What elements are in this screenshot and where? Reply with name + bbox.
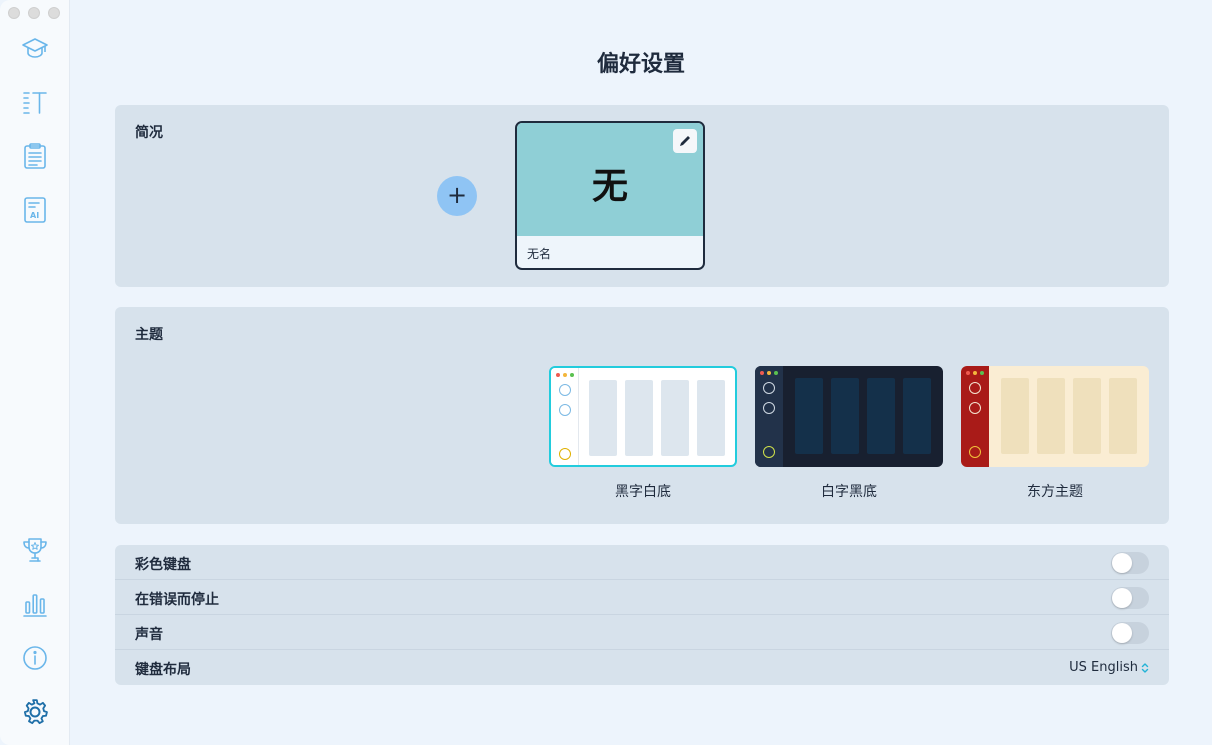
close-window-button[interactable] xyxy=(8,7,20,19)
preferences-window: AI 偏好设置 简况 + 无 无名 主题 黑字白底 白字黑底 东方主题 彩色键盘… xyxy=(0,0,1212,745)
theme-section-label: 主题 xyxy=(135,327,163,343)
sidebar-item-ai[interactable]: AI xyxy=(21,196,49,224)
theme-option-oriental-label: 东方主题 xyxy=(1027,484,1083,500)
main-content: 偏好设置 简况 + 无 无名 主题 黑字白底 白字黑底 东方主题 彩色键盘 在错… xyxy=(70,0,1212,745)
settings-panel: 彩色键盘 在错误而停止 声音 键盘布局 US English xyxy=(115,545,1169,685)
keyboard-layout-value: US English xyxy=(1069,660,1138,675)
sidebar-item-statistics[interactable] xyxy=(21,590,49,618)
profile-panel: 简况 + 无 无名 xyxy=(115,105,1169,287)
sidebar: AI xyxy=(0,0,70,745)
theme-option-dark[interactable] xyxy=(755,366,943,467)
stop-on-error-toggle[interactable] xyxy=(1111,587,1149,609)
keyboard-layout-select[interactable]: US English xyxy=(1069,660,1149,675)
theme-option-oriental[interactable] xyxy=(961,366,1149,467)
sidebar-item-text[interactable] xyxy=(21,88,49,116)
sidebar-item-settings[interactable] xyxy=(21,698,49,726)
info-icon xyxy=(23,646,47,670)
minimize-window-button[interactable] xyxy=(28,7,40,19)
sidebar-item-exercises[interactable] xyxy=(21,142,49,170)
stop-on-error-label: 在错误而停止 xyxy=(135,592,219,608)
plus-icon: + xyxy=(446,181,468,209)
theme-option-light-label: 黑字白底 xyxy=(615,484,671,500)
sound-toggle[interactable] xyxy=(1111,622,1149,644)
ai-icon-label: AI xyxy=(30,211,39,220)
profile-section-label: 简况 xyxy=(135,125,163,141)
colored-keyboard-label: 彩色键盘 xyxy=(135,557,191,573)
zoom-window-button[interactable] xyxy=(48,7,60,19)
colored-keyboard-toggle[interactable] xyxy=(1111,552,1149,574)
theme-option-light[interactable] xyxy=(549,366,737,467)
profile-avatar: 无 xyxy=(517,123,703,236)
edit-profile-button[interactable] xyxy=(673,129,697,153)
profile-card[interactable]: 无 无名 xyxy=(515,121,705,270)
profile-glyph: 无 xyxy=(591,166,628,207)
graduation-cap-icon xyxy=(22,38,48,58)
theme-option-dark-label: 白字黑底 xyxy=(821,484,877,500)
setting-keyboard-layout: 键盘布局 US English xyxy=(115,650,1169,685)
keyboard-layout-label: 键盘布局 xyxy=(135,662,191,678)
gear-icon xyxy=(23,699,48,725)
sidebar-item-lessons[interactable] xyxy=(21,34,49,62)
setting-stop-on-error: 在错误而停止 xyxy=(115,580,1169,615)
trophy-icon xyxy=(23,538,47,562)
window-controls xyxy=(8,7,60,19)
page-title: 偏好设置 xyxy=(596,52,685,77)
theme-panel: 主题 黑字白底 白字黑底 东方主题 xyxy=(115,307,1169,524)
setting-sound: 声音 xyxy=(115,615,1169,650)
pencil-icon xyxy=(680,136,690,146)
text-list-icon xyxy=(23,92,47,114)
clipboard-icon xyxy=(24,143,46,169)
setting-colored-keyboard: 彩色键盘 xyxy=(115,545,1169,580)
sidebar-item-achievements[interactable] xyxy=(21,536,49,564)
profile-name: 无名 xyxy=(527,247,552,261)
bar-chart-icon xyxy=(23,594,47,617)
sidebar-item-about[interactable] xyxy=(21,644,49,672)
sound-label: 声音 xyxy=(135,627,163,643)
chevron-up-down-icon xyxy=(1141,662,1149,673)
ai-document-icon: AI xyxy=(24,197,46,223)
add-profile-button[interactable]: + xyxy=(437,176,477,216)
